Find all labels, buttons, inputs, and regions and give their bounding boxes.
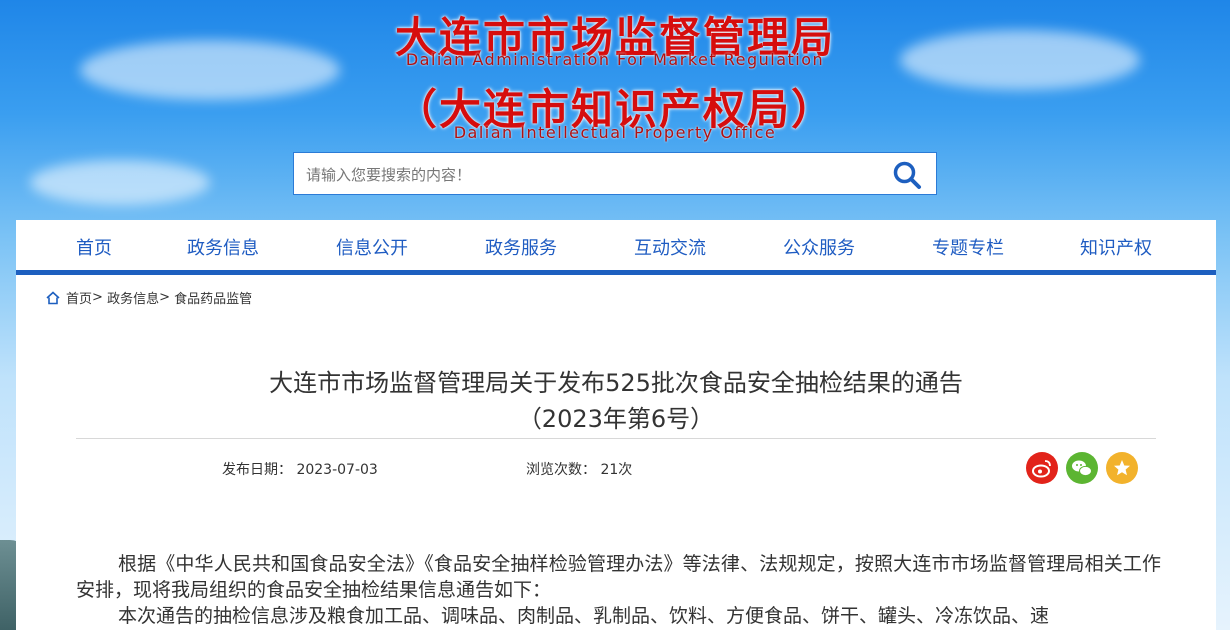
share-favorite-button[interactable]	[1106, 452, 1138, 484]
content-panel: 首页 政务信息 信息公开 政务服务 互动交流 公众服务 专题专栏 知识产权 首页…	[16, 220, 1216, 630]
view-count-label: 浏览次数：	[526, 462, 596, 478]
view-count-value: 21次	[600, 462, 633, 478]
nav-item-home[interactable]: 首页	[76, 234, 112, 260]
breadcrumb-separator: >	[159, 290, 170, 305]
home-icon	[46, 290, 60, 304]
search-input[interactable]	[304, 161, 868, 189]
breadcrumb-food-drug[interactable]: 食品药品监管	[174, 288, 252, 307]
nav-item-government-services[interactable]: 政务服务	[485, 234, 557, 260]
article-title-number: （2023年第6号）	[517, 405, 715, 433]
article-paragraph: 本次通告的抽检信息涉及粮食加工品、调味品、肉制品、乳制品、饮料、方便食品、饼干、…	[118, 605, 1050, 627]
publish-date: 发布日期： 2023-07-03	[222, 459, 378, 479]
article-paragraph: 根据《中华人民共和国食品安全法》《食品安全抽样检验管理办法》等法律、法规规定，按…	[76, 553, 1161, 601]
nav-item-public-services[interactable]: 公众服务	[783, 234, 855, 260]
publish-date-value: 2023-07-03	[296, 462, 378, 478]
nav-item-interaction[interactable]: 互动交流	[634, 234, 706, 260]
site-subtitle-english: Dalian Intellectual Property Office	[453, 123, 777, 142]
title-divider	[76, 438, 1156, 439]
weibo-icon	[1032, 460, 1051, 478]
nav-item-info-disclosure[interactable]: 信息公开	[336, 234, 408, 260]
site-title-english: Dalian Administration For Market Regulat…	[405, 50, 825, 69]
view-count: 浏览次数： 21次	[526, 459, 632, 479]
search-button[interactable]	[892, 160, 922, 190]
nav-item-intellectual-property[interactable]: 知识产权	[1080, 234, 1152, 260]
nav-item-government-info[interactable]: 政务信息	[187, 234, 259, 260]
nav-item-special-topics[interactable]: 专题专栏	[932, 234, 1004, 260]
main-nav: 首页 政务信息 信息公开 政务服务 互动交流 公众服务 专题专栏 知识产权	[16, 220, 1216, 275]
search-bar	[293, 152, 937, 195]
share-wechat-button[interactable]	[1066, 452, 1098, 484]
breadcrumb: 首页 > 政务信息 > 食品药品监管	[46, 288, 252, 307]
search-icon	[893, 161, 921, 189]
article-title: 大连市市场监督管理局关于发布525批次食品安全抽检结果的通告	[269, 369, 963, 397]
share-weibo-button[interactable]	[1026, 452, 1058, 484]
breadcrumb-home[interactable]: 首页	[66, 288, 92, 307]
breadcrumb-separator: >	[92, 290, 103, 305]
breadcrumb-government-info[interactable]: 政务信息	[107, 288, 159, 307]
star-icon	[1114, 460, 1130, 476]
wechat-icon	[1072, 460, 1092, 477]
publish-date-label: 发布日期：	[222, 462, 292, 478]
